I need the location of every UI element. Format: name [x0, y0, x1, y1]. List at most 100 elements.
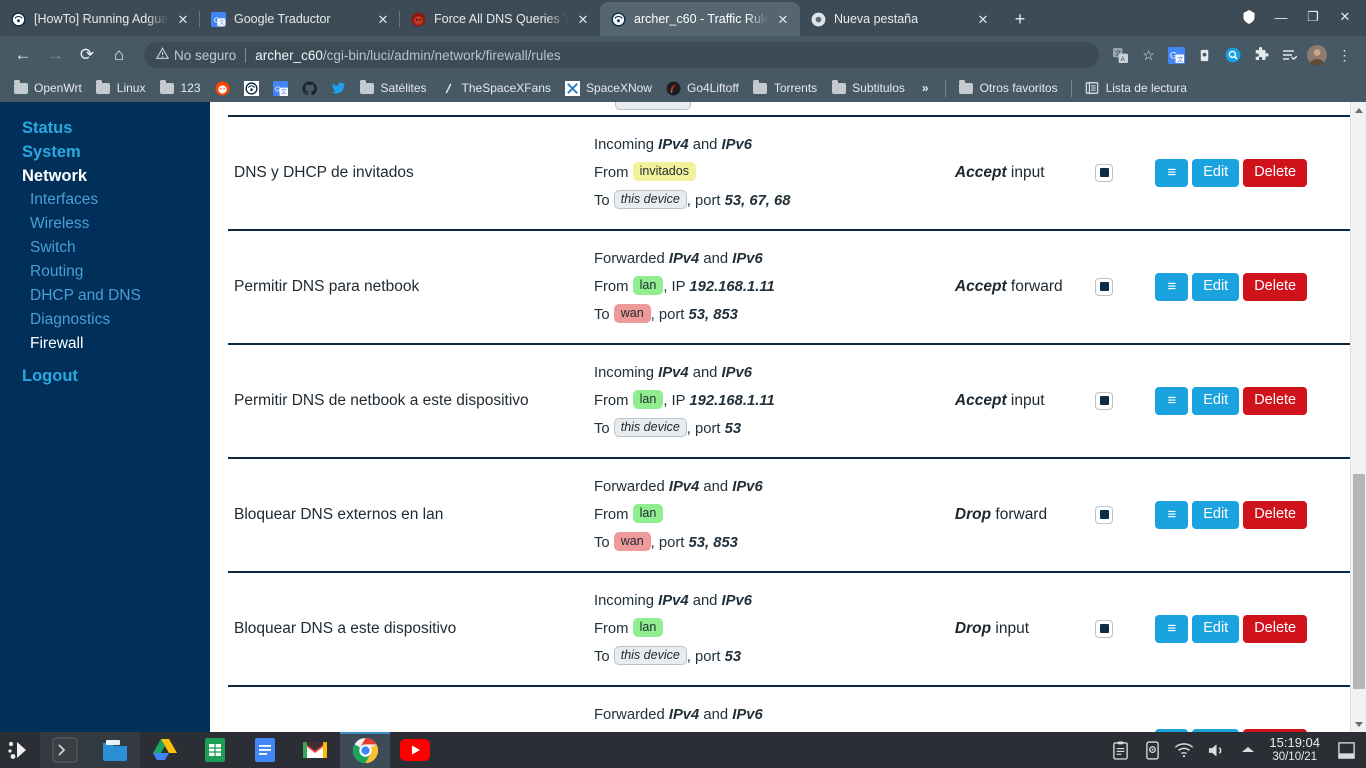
enable-checkbox[interactable] — [1095, 277, 1114, 296]
reading-list-button[interactable]: Lista de lectura — [1078, 77, 1194, 99]
close-icon[interactable]: ✕ — [574, 10, 592, 28]
sidebar-item-switch[interactable]: Switch — [22, 236, 210, 260]
other-bookmarks-folder[interactable]: Otros favoritos — [952, 77, 1065, 99]
save-password-icon[interactable] — [1191, 42, 1218, 69]
enable-checkbox[interactable] — [1095, 505, 1114, 524]
edit-button[interactable]: Edit — [1192, 273, 1240, 301]
sidebar-item-wireless[interactable]: Wireless — [22, 212, 210, 236]
bookmarks-overflow-button[interactable]: » — [912, 77, 939, 99]
scroll-up-icon[interactable] — [1351, 102, 1366, 118]
taskbar-app-youtube[interactable] — [390, 732, 440, 768]
browser-tab-active[interactable]: archer_c60 - Traffic Rules - L ✕ — [600, 2, 800, 36]
enable-checkbox[interactable] — [1095, 391, 1114, 410]
sort-handle-button[interactable]: ≡ — [1155, 159, 1189, 187]
taskbar-app-gmail[interactable] — [290, 732, 340, 768]
close-icon[interactable]: ✕ — [374, 10, 392, 28]
address-bar[interactable]: No seguro archer_c60/cgi-bin/luci/admin/… — [144, 42, 1099, 68]
new-tab-button[interactable]: + — [1006, 5, 1034, 33]
enable-checkbox[interactable] — [1095, 163, 1114, 182]
edit-button[interactable]: Edit — [1192, 387, 1240, 415]
page-scrollbar[interactable] — [1350, 102, 1366, 732]
close-window-button[interactable]: ✕ — [1330, 4, 1360, 30]
scroll-down-icon[interactable] — [1351, 716, 1366, 732]
browser-tab[interactable]: [HowTo] Running Adguard H ✕ — [0, 2, 200, 36]
taskbar-app-terminal[interactable] — [40, 732, 90, 768]
bookmark-item[interactable] — [237, 77, 266, 99]
delete-button[interactable]: Delete — [1243, 273, 1308, 301]
sidebar-item-routing[interactable]: Routing — [22, 260, 210, 284]
device-icon[interactable] — [1137, 732, 1167, 768]
edit-button[interactable]: Edit — [1192, 615, 1240, 643]
browser-tab[interactable]: Nueva pestaña ✕ — [800, 2, 1000, 36]
close-icon[interactable]: ✕ — [774, 10, 792, 28]
bookmark-item[interactable] — [208, 77, 237, 99]
google-translate-ext-icon[interactable]: G文 — [1163, 42, 1190, 69]
taskbar-app-google-docs[interactable] — [240, 732, 290, 768]
close-icon[interactable]: ✕ — [974, 10, 992, 28]
sidebar-item-logout[interactable]: Logout — [22, 364, 210, 388]
sort-handle-button[interactable]: ≡ — [1155, 501, 1189, 529]
zone-badge-cropped — [615, 102, 691, 110]
reload-icon[interactable]: ⟳ — [72, 40, 102, 70]
bookmark-item[interactable] — [324, 77, 353, 99]
minimize-button[interactable]: — — [1266, 4, 1296, 30]
restore-button[interactable]: ❐ — [1298, 4, 1328, 30]
chrome-menu-icon[interactable]: ⋮ — [1331, 42, 1358, 69]
bookmark-item[interactable]: Torrents — [746, 77, 824, 99]
delete-button[interactable]: Delete — [1243, 159, 1308, 187]
close-icon[interactable]: ✕ — [174, 10, 192, 28]
sidebar-item-system[interactable]: System — [22, 140, 210, 164]
home-icon[interactable]: ⌂ — [104, 40, 134, 70]
show-desktop-icon[interactable] — [1332, 732, 1360, 768]
taskbar-app-google-sheets[interactable] — [190, 732, 240, 768]
bookmark-item[interactable]: 123 — [152, 77, 207, 99]
sidebar-item-interfaces[interactable]: Interfaces — [22, 188, 210, 212]
bookmark-item[interactable] — [295, 77, 324, 99]
extensions-puzzle-icon[interactable] — [1247, 42, 1274, 69]
bookmark-item[interactable]: TheSpaceXFans — [434, 77, 558, 99]
delete-button[interactable]: Delete — [1243, 501, 1308, 529]
enable-checkbox[interactable] — [1095, 619, 1114, 638]
taskbar-clock[interactable]: 15:19:04 30/10/21 — [1265, 735, 1330, 765]
bookmark-item[interactable]: Satélites — [353, 77, 434, 99]
browser-tab[interactable]: G文 Google Traductor ✕ — [199, 2, 400, 36]
bookmark-item[interactable]: Subtitulos — [824, 77, 912, 99]
reading-list-icon[interactable] — [1275, 42, 1302, 69]
taskbar-app-google-drive[interactable] — [140, 732, 190, 768]
show-hidden-icons-icon[interactable] — [1233, 732, 1263, 768]
translate-icon[interactable]: 文A — [1107, 42, 1134, 69]
browser-tab[interactable]: Force All DNS Queries Throu ✕ — [399, 2, 600, 36]
sidebar-item-firewall[interactable]: Firewall — [22, 332, 210, 356]
sidebar-item-network[interactable]: Network — [22, 164, 210, 188]
bookmark-star-icon[interactable]: ☆ — [1135, 42, 1162, 69]
edit-button[interactable]: Edit — [1192, 501, 1240, 529]
wifi-icon[interactable] — [1169, 732, 1199, 768]
bookmark-item[interactable]: Go4Liftoff — [659, 77, 746, 99]
bookmark-item[interactable]: SpaceXNow — [558, 77, 659, 99]
forward-icon[interactable]: → — [40, 40, 70, 70]
bookmark-item[interactable]: G文 — [266, 77, 295, 99]
delete-button[interactable]: Delete — [1243, 615, 1308, 643]
not-secure-indicator[interactable]: No seguro — [155, 47, 236, 63]
profile-badge-icon[interactable] — [1234, 4, 1264, 30]
sort-handle-button[interactable]: ≡ — [1155, 615, 1189, 643]
sort-handle-button[interactable]: ≡ — [1155, 273, 1189, 301]
taskbar-app-file-manager[interactable] — [90, 732, 140, 768]
scrollbar-thumb[interactable] — [1353, 474, 1365, 689]
start-menu-button[interactable] — [0, 732, 40, 768]
search-extension-icon[interactable] — [1219, 42, 1246, 69]
clipboard-icon[interactable] — [1105, 732, 1135, 768]
sidebar-item-dhcp-and-dns[interactable]: DHCP and DNS — [22, 284, 210, 308]
back-icon[interactable]: ← — [8, 40, 38, 70]
sort-handle-button[interactable]: ≡ — [1155, 387, 1189, 415]
avatar[interactable] — [1303, 42, 1330, 69]
volume-icon[interactable] — [1201, 732, 1231, 768]
bookmark-item[interactable]: Linux — [89, 77, 153, 99]
edit-button[interactable]: Edit — [1192, 159, 1240, 187]
bookmark-item[interactable]: OpenWrt — [6, 77, 89, 99]
sidebar-item-diagnostics[interactable]: Diagnostics — [22, 308, 210, 332]
sidebar-item-status[interactable]: Status — [22, 116, 210, 140]
delete-button[interactable]: Delete — [1243, 387, 1308, 415]
taskbar-app-google-chrome[interactable] — [340, 732, 390, 768]
browser-tab-title: Nueva pestaña — [834, 12, 919, 26]
